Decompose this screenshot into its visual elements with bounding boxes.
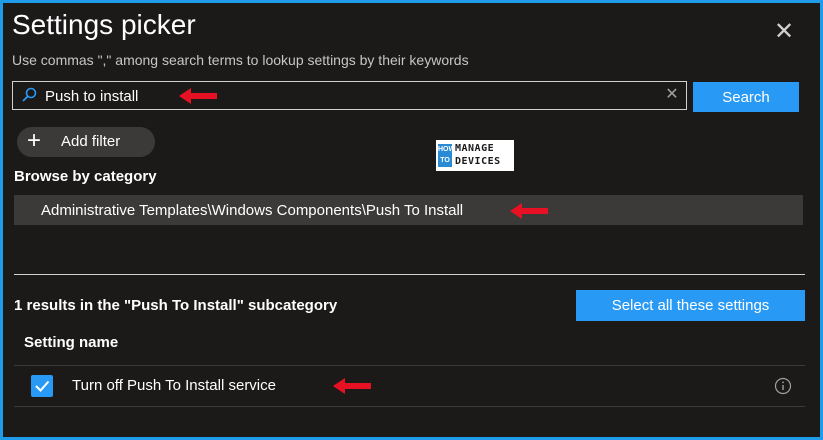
annotation-arrow-icon bbox=[510, 203, 548, 219]
results-summary: 1 results in the "Push To Install" subca… bbox=[14, 297, 338, 314]
setting-checkbox[interactable] bbox=[31, 375, 53, 397]
section-divider bbox=[14, 274, 805, 275]
watermark-brand-line1: MANAGE bbox=[455, 143, 495, 154]
add-filter-label: Add filter bbox=[61, 133, 121, 150]
settings-picker-panel: Settings picker ✕ Use commas "," among s… bbox=[0, 0, 823, 440]
watermark-brand-line2: DEVICES bbox=[455, 156, 501, 167]
setting-name: Turn off Push To Install service bbox=[72, 377, 276, 394]
select-all-button[interactable]: Select all these settings bbox=[576, 290, 805, 321]
add-filter-button[interactable]: + Add filter bbox=[17, 127, 155, 157]
watermark-howto: HOW TO bbox=[438, 144, 455, 167]
panel-subtitle: Use commas "," among search terms to loo… bbox=[12, 52, 469, 68]
search-field[interactable]: ✕ bbox=[12, 81, 687, 110]
column-header-setting-name: Setting name bbox=[24, 334, 119, 351]
table-row[interactable]: Turn off Push To Install service bbox=[14, 366, 805, 406]
annotation-arrow-icon bbox=[179, 88, 217, 104]
clear-icon[interactable]: ✕ bbox=[663, 86, 681, 104]
plus-icon: + bbox=[27, 127, 42, 154]
search-input[interactable] bbox=[43, 84, 647, 109]
panel-title: Settings picker bbox=[12, 9, 196, 40]
category-path: Administrative Templates\Windows Compone… bbox=[41, 202, 464, 219]
annotation-arrow-icon bbox=[333, 378, 371, 394]
checkmark-icon bbox=[35, 380, 50, 392]
watermark-logo: HOW TO MANAGE DEVICES bbox=[436, 140, 514, 171]
category-item[interactable]: Administrative Templates\Windows Compone… bbox=[14, 195, 803, 225]
row-divider bbox=[14, 406, 805, 407]
info-icon[interactable] bbox=[774, 377, 792, 395]
search-button[interactable]: Search bbox=[693, 82, 799, 112]
close-icon[interactable]: ✕ bbox=[771, 19, 797, 45]
watermark-brand: MANAGE DEVICES bbox=[455, 142, 513, 168]
browse-by-category-heading: Browse by category bbox=[14, 168, 157, 185]
search-icon bbox=[22, 87, 37, 102]
